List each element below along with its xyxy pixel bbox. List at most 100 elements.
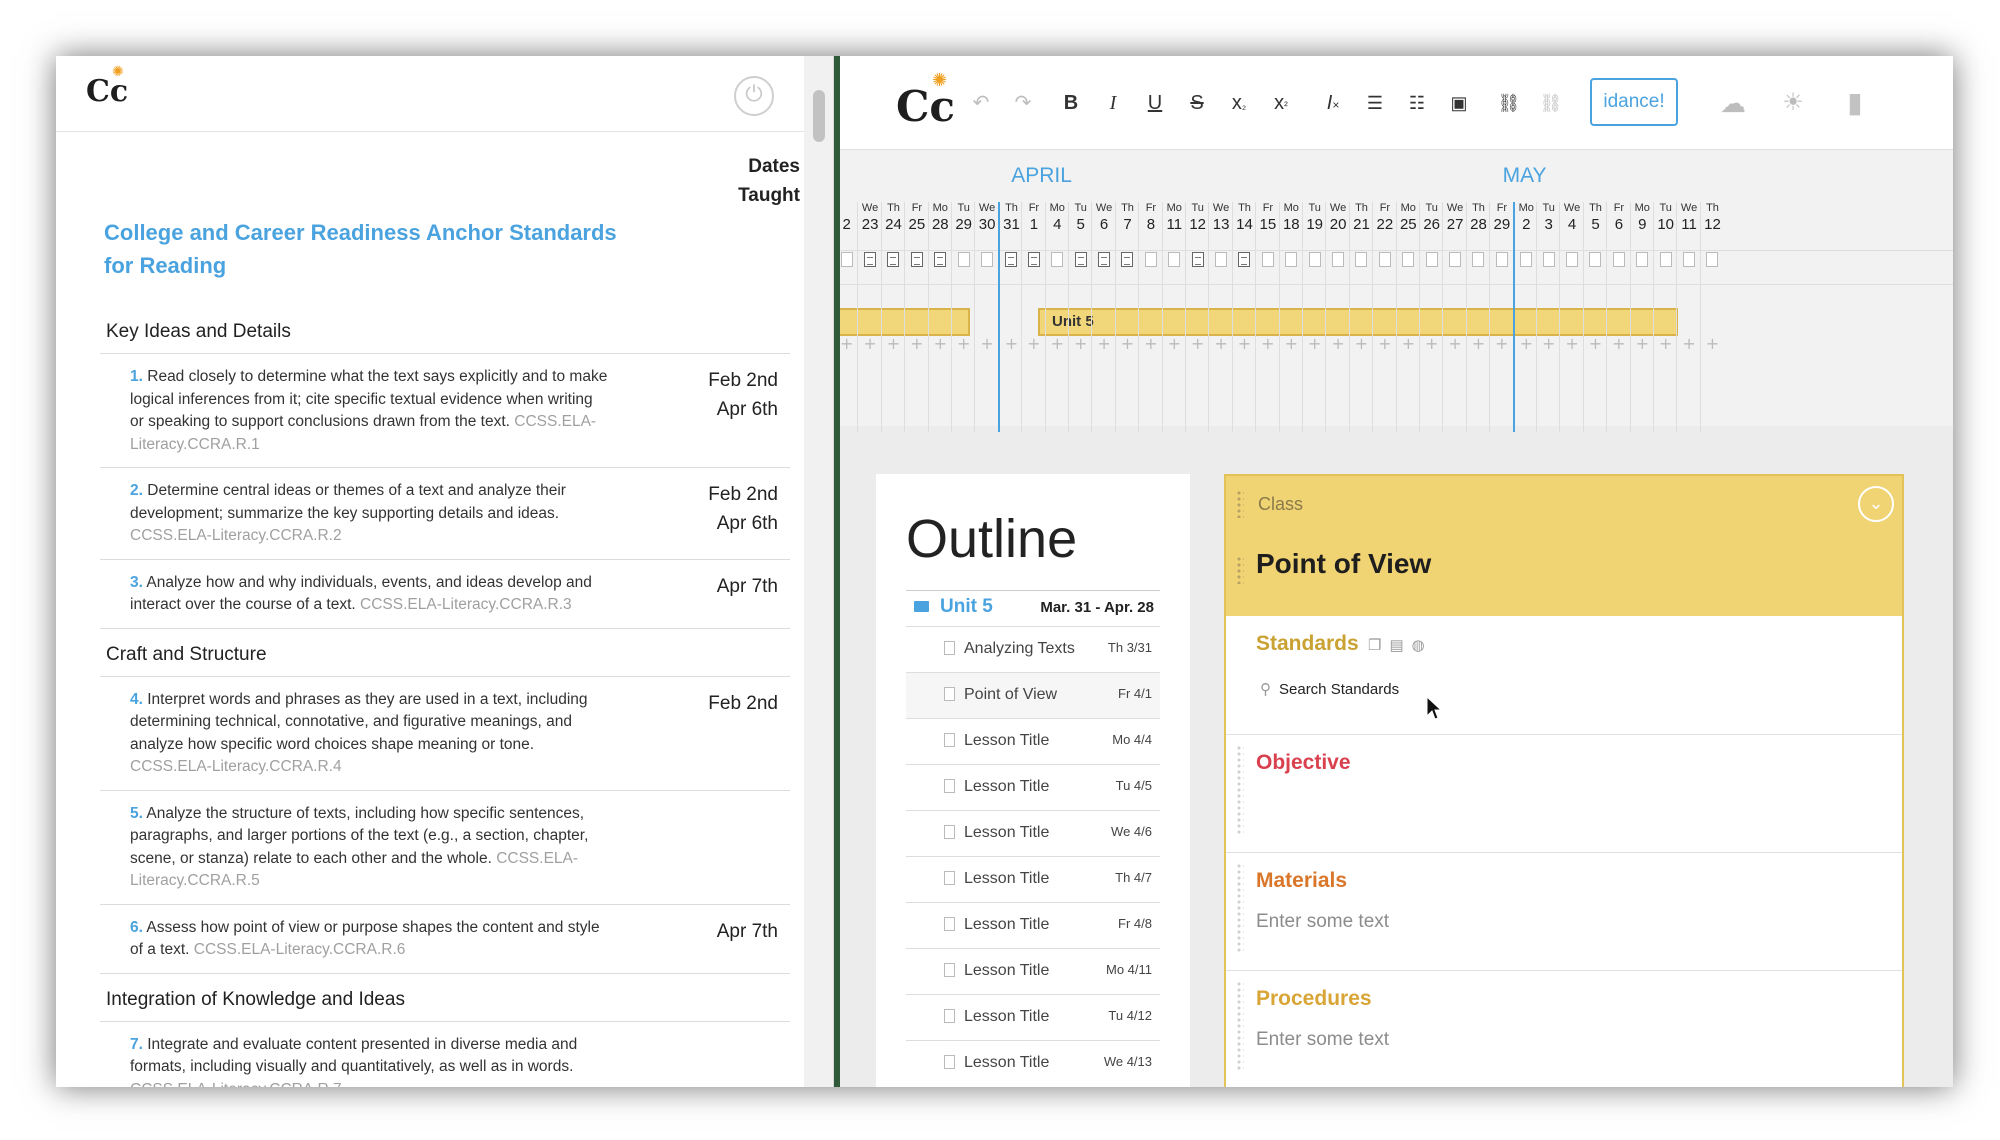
standard-code[interactable]: CCSS.ELA-Literacy.CCRA.R.2: [130, 527, 342, 544]
clear-format-icon[interactable]: I×: [1316, 86, 1350, 120]
calendar-day[interactable]: Mo 18 +: [1278, 202, 1302, 432]
add-icon[interactable]: +: [882, 334, 905, 353]
calendar-day[interactable]: We 23 +: [857, 202, 880, 432]
calendar-day[interactable]: We 4 +: [1559, 202, 1582, 432]
materials-section[interactable]: Materials Enter some text: [1226, 852, 1902, 970]
add-icon[interactable]: +: [1092, 334, 1115, 353]
document-icon[interactable]: [957, 252, 970, 267]
add-icon[interactable]: +: [858, 334, 881, 353]
image-icon[interactable]: ▣: [1442, 86, 1476, 120]
standard-code[interactable]: CCSS.ELA-Literacy.CCRA.R.7: [130, 1081, 342, 1088]
add-icon[interactable]: +: [1607, 334, 1630, 353]
objective-section[interactable]: Objective: [1226, 734, 1902, 852]
outline-lesson-item[interactable]: Lesson Title Tu 4/12: [906, 994, 1160, 1040]
calendar-day[interactable]: Tu 10 +: [1653, 202, 1676, 432]
document-icon[interactable]: [1168, 252, 1181, 267]
document-icon[interactable]: [1215, 252, 1228, 267]
calendar-day[interactable]: We 30 +: [974, 202, 997, 432]
add-icon[interactable]: +: [1303, 334, 1326, 353]
document-icon[interactable]: [1449, 252, 1462, 267]
document-icon[interactable]: [1355, 252, 1368, 267]
add-icon[interactable]: +: [1046, 334, 1069, 353]
add-icon[interactable]: +: [840, 334, 858, 353]
calendar-day[interactable]: Th 14 +: [1231, 202, 1256, 432]
app-logo-right[interactable]: Cc ✺: [896, 70, 955, 131]
outline-lesson-item[interactable]: Lesson Title Tu 4/5: [906, 764, 1160, 810]
document-icon[interactable]: [1098, 252, 1111, 267]
add-icon[interactable]: +: [1350, 334, 1373, 353]
document-icon[interactable]: [1683, 252, 1696, 267]
standard-item[interactable]: 2. Determine central ideas or themes of …: [100, 468, 790, 560]
add-icon[interactable]: +: [1443, 334, 1466, 353]
document-icon[interactable]: [1074, 252, 1087, 267]
guidance-button[interactable]: idance!: [1590, 78, 1678, 126]
add-icon[interactable]: +: [975, 334, 998, 353]
outline-unit[interactable]: Unit 5 Mar. 31 - Apr. 28: [906, 590, 1160, 626]
materials-input[interactable]: Enter some text: [1256, 911, 1389, 933]
outline-lesson-item[interactable]: Lesson Title Mo 4/11: [906, 948, 1160, 994]
outline-lesson-item[interactable]: Lesson Title Fr 4/8: [906, 902, 1160, 948]
calendar-day[interactable]: We 27 +: [1442, 202, 1465, 432]
add-icon[interactable]: +: [1537, 334, 1560, 353]
standard-code[interactable]: CCSS.ELA-Literacy.CCRA.R.6: [194, 941, 406, 958]
procedures-section[interactable]: Procedures Enter some text: [1226, 970, 1902, 1087]
calendar-day[interactable]: Tu 26 +: [1419, 202, 1442, 432]
calendar-day[interactable]: Fr 29 +: [1489, 202, 1512, 432]
document-icon[interactable]: [1005, 252, 1018, 267]
document-icon[interactable]: [1121, 252, 1134, 267]
document-icon[interactable]: [1308, 252, 1321, 267]
bold-icon[interactable]: B: [1054, 86, 1088, 120]
standard-item[interactable]: 3. Analyze how and why individuals, even…: [100, 560, 790, 629]
document-icon[interactable]: [1144, 252, 1157, 267]
standard-item[interactable]: 6. Assess how point of view or purpose s…: [100, 905, 790, 974]
app-logo[interactable]: Cc ✺: [86, 64, 128, 109]
document-icon[interactable]: [1261, 252, 1274, 267]
document-icon[interactable]: [1402, 252, 1415, 267]
add-icon[interactable]: +: [1631, 334, 1654, 353]
document-icon[interactable]: [1612, 252, 1625, 267]
standard-item[interactable]: 1. Read closely to determine what the te…: [100, 354, 790, 468]
add-icon[interactable]: +: [1515, 334, 1538, 353]
add-icon[interactable]: +: [1163, 334, 1186, 353]
standard-code[interactable]: CCSS.ELA-Literacy.CCRA.R.4: [130, 758, 342, 775]
document-icon[interactable]: [1027, 252, 1040, 267]
add-icon[interactable]: +: [1654, 334, 1677, 353]
italic-icon[interactable]: I: [1096, 86, 1130, 120]
calendar-day[interactable]: Th 12 +: [1699, 202, 1723, 432]
calendar-day[interactable]: Tu 12 +: [1185, 202, 1208, 432]
document-icon[interactable]: [1332, 252, 1345, 267]
add-icon[interactable]: +: [1186, 334, 1209, 353]
add-icon[interactable]: +: [952, 334, 975, 353]
calendar-day[interactable]: Th 24 +: [880, 202, 905, 432]
outline-lesson-item[interactable]: Lesson Title Mo 4/4: [906, 718, 1160, 764]
calendar-day[interactable]: Mo 2 +: [1512, 202, 1538, 432]
unlink-icon[interactable]: ⛓: [1534, 86, 1568, 120]
document-icon[interactable]: [1636, 252, 1649, 267]
document-icon[interactable]: [1285, 252, 1298, 267]
outline-lesson-item[interactable]: Analyzing Texts Th 3/31: [906, 626, 1160, 672]
calendar-day[interactable]: Tu 19 +: [1302, 202, 1325, 432]
document-icon[interactable]: [1659, 252, 1672, 267]
add-icon[interactable]: +: [1420, 334, 1443, 353]
document-icon[interactable]: [1520, 252, 1533, 267]
document-icon[interactable]: [1191, 252, 1204, 267]
calendar-day[interactable]: Th 31 +: [997, 202, 1021, 432]
search-standards-input[interactable]: ⚲ Search Standards: [1260, 680, 1399, 698]
bullet-list-icon[interactable]: ☷: [1400, 86, 1434, 120]
calendar-day[interactable]: Th 5 +: [1582, 202, 1606, 432]
calendar-day[interactable]: We 13 +: [1208, 202, 1231, 432]
calendar-day[interactable]: Mo 9 +: [1629, 202, 1654, 432]
document-icon[interactable]: [1238, 252, 1251, 267]
drag-handle-icon[interactable]: [1236, 863, 1244, 953]
undo-icon[interactable]: ↶: [964, 86, 998, 120]
outline-lesson-item[interactable]: Lesson Title We 4/6: [906, 810, 1160, 856]
standard-item[interactable]: 7. Integrate and evaluate content presen…: [100, 1022, 790, 1088]
document-icon[interactable]: [910, 252, 923, 267]
add-icon[interactable]: +: [905, 334, 928, 353]
document-icon[interactable]: [934, 252, 947, 267]
calendar-day[interactable]: Fr 1 +: [1021, 202, 1044, 432]
document-icon[interactable]: [1472, 252, 1485, 267]
add-icon[interactable]: +: [1233, 334, 1256, 353]
add-icon[interactable]: +: [1467, 334, 1490, 353]
subscript-icon[interactable]: x₂: [1222, 86, 1256, 120]
